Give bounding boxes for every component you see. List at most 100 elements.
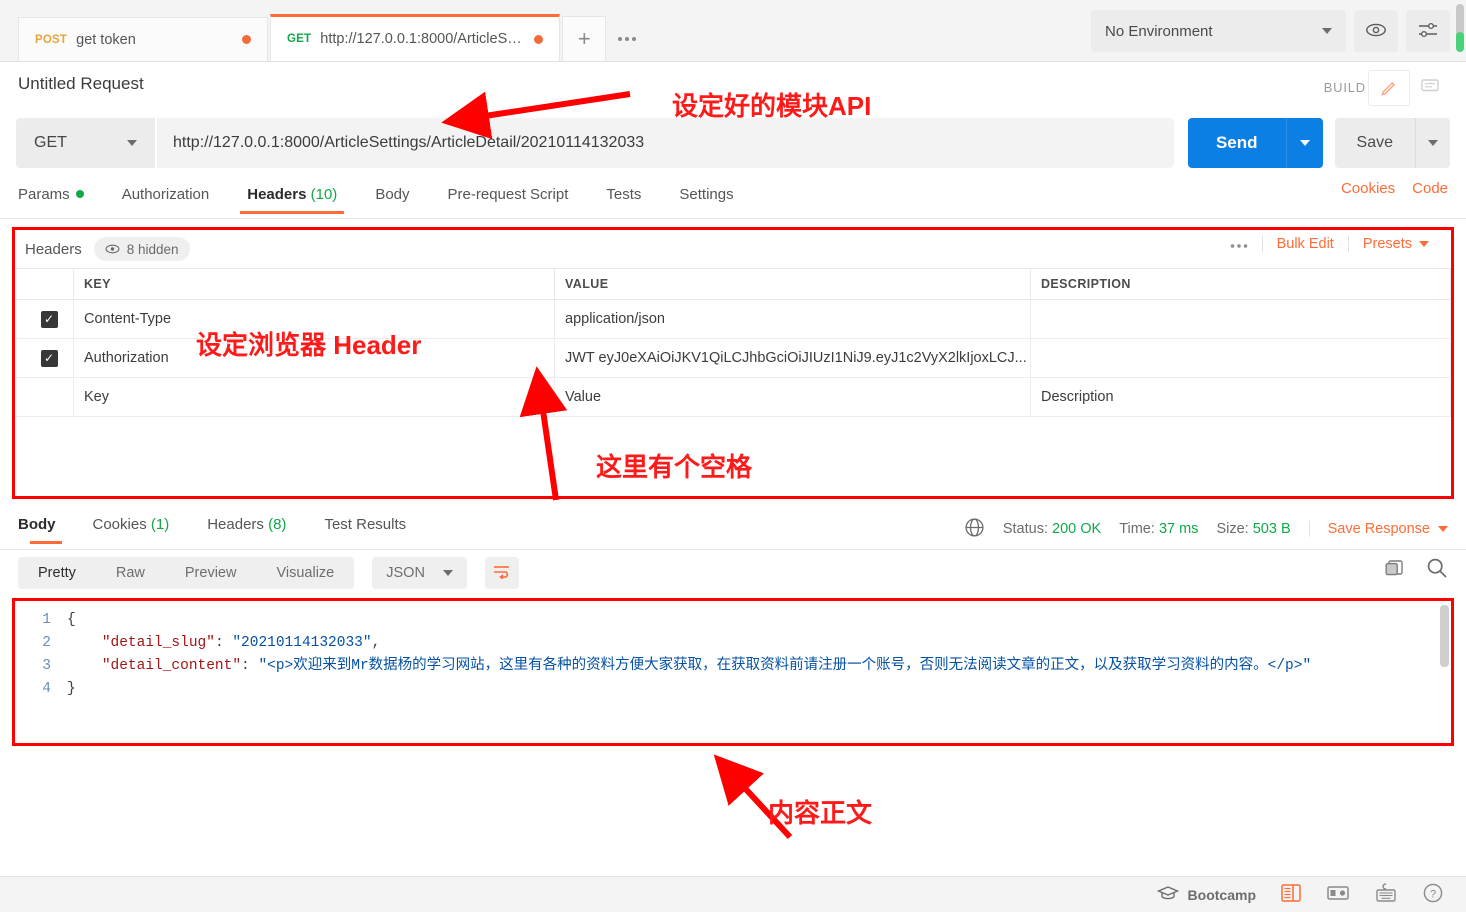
new-tab-button[interactable]: + — [562, 16, 607, 61]
tab-headers[interactable]: Headers (10) — [228, 185, 356, 214]
header-key-cell[interactable]: Authorization — [73, 338, 555, 378]
bulk-edit-button[interactable]: Bulk Edit — [1261, 236, 1348, 252]
send-options-button[interactable] — [1285, 118, 1323, 168]
search-icon[interactable] — [1426, 557, 1448, 582]
http-method-selector[interactable]: GET — [16, 118, 155, 168]
annotation-content-body: 内容正文 — [768, 798, 873, 828]
response-tab-body[interactable]: Body — [18, 516, 74, 544]
tab-authorization[interactable]: Authorization — [103, 186, 229, 213]
two-pane-icon[interactable] — [1280, 883, 1302, 906]
request-tabs: Params Authorization Headers (10) Body P… — [0, 180, 1466, 219]
chevron-down-icon — [1299, 140, 1310, 146]
code-line: 1{ — [15, 609, 1451, 632]
postman-window: POST get token GET http://127.0.0.1:8000… — [0, 0, 1466, 912]
chevron-down-icon — [1438, 526, 1448, 532]
tab-title: http://127.0.0.1:8000/ArticleSet... — [320, 31, 526, 47]
response-body-viewer[interactable]: 1{ 2 "detail_slug": "20210114132033", 3 … — [12, 598, 1454, 746]
size-value: 503 B — [1252, 521, 1291, 537]
bulk-edit-label: Bulk Edit — [1276, 236, 1334, 252]
line-number: 3 — [42, 658, 51, 674]
row-checkbox-cell[interactable]: ✓ — [15, 299, 74, 339]
request-tab-article-detail[interactable]: GET http://127.0.0.1:8000/ArticleSet... — [270, 14, 561, 61]
word-wrap-button[interactable] — [484, 557, 519, 589]
request-tab-get-token[interactable]: POST get token — [18, 17, 268, 61]
environment-selector[interactable]: No Environment — [1091, 10, 1346, 52]
url-input[interactable]: http://127.0.0.1:8000/ArticleSettings/Ar… — [157, 118, 1174, 168]
time-label: Time: — [1119, 521, 1155, 537]
view-pretty[interactable]: Pretty — [18, 557, 96, 589]
table-row[interactable]: Key Value Description — [15, 377, 1451, 417]
help-icon[interactable]: ? — [1422, 882, 1444, 907]
copy-icon[interactable] — [1384, 558, 1406, 581]
headers-panel-actions: Bulk Edit Presets — [1216, 236, 1443, 252]
line-content: } — [67, 681, 76, 697]
url-value: http://127.0.0.1:8000/ArticleSettings/Ar… — [173, 134, 645, 151]
unsaved-dot-icon — [534, 34, 544, 44]
tab-pre-request-script[interactable]: Pre-request Script — [429, 186, 588, 213]
globe-icon — [964, 517, 985, 542]
tab-label: Headers — [247, 185, 307, 203]
sliders-icon — [1417, 21, 1439, 42]
row-checkbox-cell[interactable] — [15, 377, 74, 417]
hidden-headers-label: 8 hidden — [126, 241, 179, 257]
table-row[interactable]: ✓ Content-Type application/json — [15, 299, 1451, 339]
row-checkbox-cell[interactable]: ✓ — [15, 338, 74, 378]
header-value-cell[interactable]: application/json — [554, 299, 1031, 339]
checkbox-checked-icon[interactable]: ✓ — [40, 349, 58, 367]
checkbox-checked-icon[interactable]: ✓ — [40, 310, 58, 328]
response-body-actions — [1384, 557, 1448, 582]
response-tab-headers[interactable]: Headers (8) — [188, 516, 305, 543]
tab-options-button[interactable] — [606, 17, 649, 61]
view-raw[interactable]: Raw — [96, 557, 165, 589]
presets-button[interactable]: Presets — [1347, 236, 1443, 252]
split-pane-icon[interactable] — [1326, 884, 1350, 905]
response-view-tabs: Pretty Raw Preview Visualize — [18, 557, 355, 589]
build-label: BUILD — [1323, 80, 1366, 95]
header-description-cell[interactable] — [1030, 299, 1451, 339]
status-value: 200 OK — [1052, 521, 1102, 537]
save-response-button[interactable]: Save Response — [1308, 521, 1448, 537]
window-scrollbar[interactable] — [1456, 4, 1464, 52]
save-options-button[interactable] — [1415, 118, 1450, 168]
tab-body[interactable]: Body — [356, 186, 428, 213]
keyboard-shortcuts-icon[interactable] — [1374, 883, 1398, 906]
header-value-cell[interactable]: JWT eyJ0eXAiOiJKV1QiLCJhbGciOiJIUzI1NiJ9… — [554, 338, 1031, 378]
presets-label: Presets — [1362, 236, 1412, 252]
view-preview[interactable]: Preview — [165, 557, 257, 589]
save-button-group: Save — [1334, 118, 1450, 168]
table-row[interactable]: ✓ Authorization JWT eyJ0eXAiOiJKV1QiLCJh… — [15, 338, 1451, 378]
tab-method-label: POST — [35, 33, 68, 46]
environment-settings-button[interactable] — [1406, 10, 1450, 52]
tab-params[interactable]: Params — [18, 186, 103, 213]
comment-icon — [1420, 78, 1440, 97]
new-header-key-cell[interactable]: Key — [73, 377, 555, 417]
response-tab-test-results[interactable]: Test Results — [305, 516, 425, 543]
line-number: 4 — [42, 681, 51, 697]
new-header-value-cell[interactable]: Value — [554, 377, 1031, 417]
tab-label: Cookies — [92, 515, 147, 533]
tab-tests[interactable]: Tests — [587, 186, 660, 213]
view-visualize[interactable]: Visualize — [256, 557, 354, 589]
pencil-icon — [1380, 78, 1398, 99]
environment-quick-look-button[interactable] — [1354, 10, 1398, 52]
cookies-link[interactable]: Cookies — [1341, 180, 1395, 197]
hidden-headers-toggle[interactable]: 8 hidden — [93, 237, 190, 261]
header-key-cell[interactable]: Content-Type — [73, 299, 555, 339]
code-link[interactable]: Code — [1412, 180, 1448, 197]
tab-settings[interactable]: Settings — [660, 186, 752, 213]
send-button[interactable]: Send — [1187, 118, 1286, 168]
save-button[interactable]: Save — [1334, 118, 1415, 168]
code-line: 3 "detail_content": "<p>欢迎来到Mr数据杨的学习网站，这… — [15, 655, 1451, 678]
headers-label: Headers — [25, 240, 82, 258]
response-meta: Status: 200 OK Time: 37 ms Size: 503 B S… — [964, 509, 1448, 549]
header-description-cell[interactable] — [1030, 338, 1451, 378]
headers-more-button[interactable] — [1216, 236, 1262, 252]
response-tab-cookies[interactable]: Cookies (1) — [74, 516, 189, 543]
bootcamp-button[interactable]: Bootcamp — [1156, 885, 1256, 904]
response-body-scrollbar[interactable] — [1440, 605, 1449, 667]
response-body-type-selector[interactable]: JSON — [372, 557, 467, 589]
body-type-label: JSON — [386, 565, 425, 581]
new-header-description-cell[interactable]: Description — [1030, 377, 1451, 417]
comments-button[interactable] — [1410, 70, 1450, 104]
edit-request-button[interactable] — [1368, 70, 1410, 106]
